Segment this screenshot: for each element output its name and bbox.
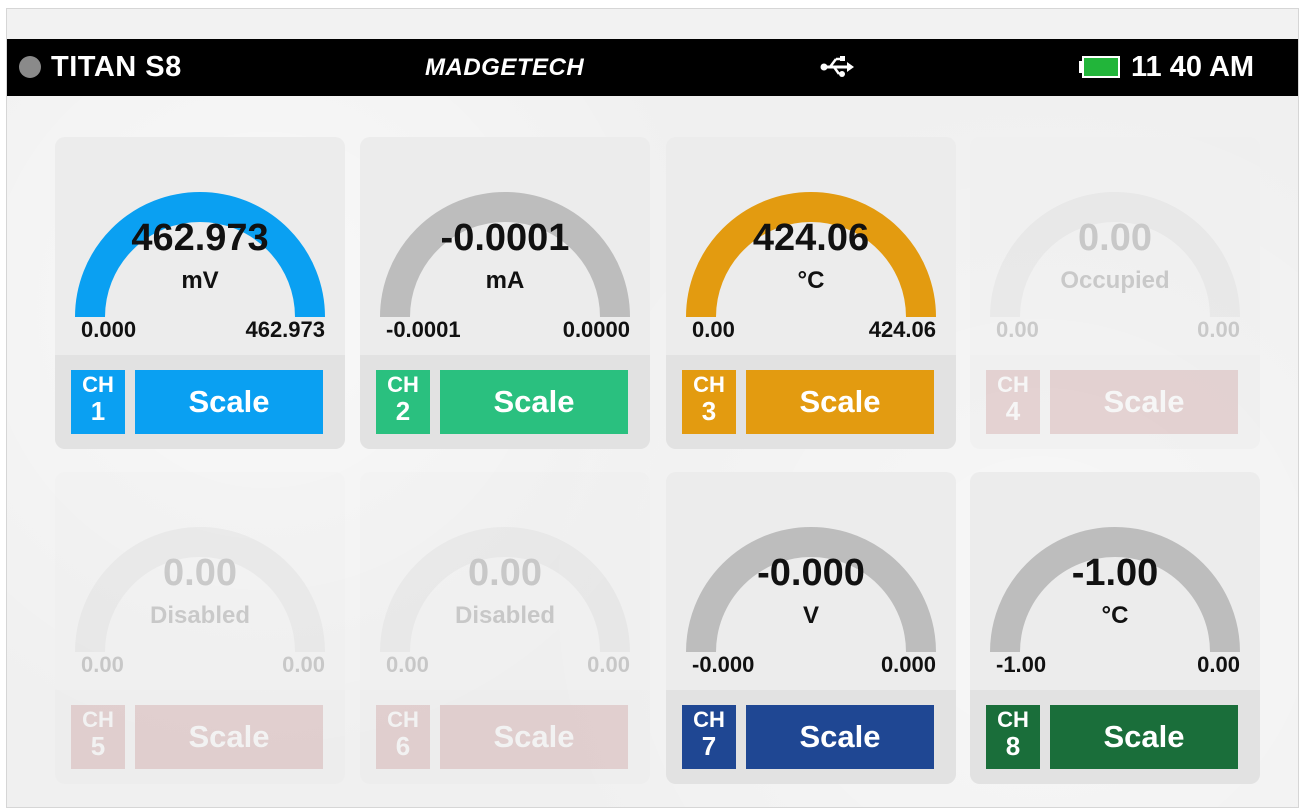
channel-badge[interactable]: CH 5 (71, 705, 125, 769)
gauge-min-value: 0.00 (996, 317, 1039, 342)
channel-badge-label: CH (387, 372, 419, 397)
channel-reading: 0.00 (163, 552, 237, 594)
scale-button[interactable]: Scale (746, 705, 934, 769)
channel-controls: CH 4 Scale (970, 355, 1260, 449)
channel-badge[interactable]: CH 7 (682, 705, 736, 769)
channel-tile-4[interactable]: 0.00 Occupied 0.00 0.00 CH 4 Scale (970, 137, 1260, 449)
channel-reading: -1.00 (1071, 552, 1159, 594)
channel-controls: CH 3 Scale (666, 355, 956, 449)
gauge-max-value: 0.00 (1197, 317, 1240, 342)
channel-badge-label: CH (997, 372, 1029, 397)
channel-unit: Occupied (1060, 267, 1170, 294)
channel-tile-3[interactable]: 424.06 °C 0.00 424.06 CH 3 Scale (666, 137, 956, 449)
usb-icon (820, 56, 854, 77)
channel-tile-2[interactable]: -0.0001 mA -0.0001 0.0000 CH 2 Scale (360, 137, 650, 449)
channel-unit: mA (485, 267, 525, 294)
clock: 11 40 AM (1131, 51, 1255, 83)
scale-button[interactable]: Scale (135, 370, 323, 434)
channel-tile-1[interactable]: 462.973 mV 0.000 462.973 CH 1 Scale (55, 137, 345, 449)
channel-tile-8[interactable]: -1.00 °C -1.00 0.00 CH 8 Scale (970, 472, 1260, 784)
scale-button[interactable]: Scale (135, 705, 323, 769)
scale-button[interactable]: Scale (440, 370, 628, 434)
brand-logo: MADGETECH (425, 54, 585, 81)
scale-button[interactable]: Scale (1050, 370, 1238, 434)
channel-badge-label: CH (82, 707, 114, 732)
channel-reading: 0.00 (468, 552, 542, 594)
channel-number: 6 (395, 731, 411, 761)
channel-badge[interactable]: CH 3 (682, 370, 736, 434)
channel-unit: Disabled (149, 602, 251, 629)
channel-badge-label: CH (693, 372, 725, 397)
gauge-max-value: 0.00 (1197, 652, 1240, 677)
channel-badge[interactable]: CH 2 (376, 370, 430, 434)
channel-reading: 424.06 (752, 217, 870, 259)
channel-badge-label: CH (387, 707, 419, 732)
channel-unit: °C (797, 267, 825, 294)
gauge-min-value: 0.000 (81, 317, 137, 342)
scale-button[interactable]: Scale (746, 370, 934, 434)
status-bar: TITAN S8 MADGETECH 11 40 AM (7, 39, 1298, 96)
gauge-min-value: -1.00 (996, 652, 1047, 677)
channel-badge-label: CH (997, 707, 1029, 732)
channel-badge[interactable]: CH 6 (376, 705, 430, 769)
channel-controls: CH 7 Scale (666, 690, 956, 784)
channel-reading: -0.000 (757, 552, 865, 594)
channel-controls: CH 1 Scale (55, 355, 345, 449)
gauge-min-value: 0.00 (81, 652, 124, 677)
channel-number: 4 (1005, 396, 1021, 426)
channel-number: 8 (1005, 731, 1021, 761)
channel-tile-5[interactable]: 0.00 Disabled 0.00 0.00 CH 5 Scale (55, 472, 345, 784)
channel-unit: mV (181, 267, 219, 294)
gauge-max-value: 0.0000 (562, 317, 630, 342)
channel-badge[interactable]: CH 4 (986, 370, 1040, 434)
channel-badge[interactable]: CH 1 (71, 370, 125, 434)
channel-badge-label: CH (693, 707, 725, 732)
channel-reading: -0.0001 (440, 217, 570, 259)
channel-controls: CH 6 Scale (360, 690, 650, 784)
gauge-max-value: 0.00 (282, 652, 325, 677)
device-screen: TITAN S8 MADGETECH 11 40 AM 462.973 mV 0… (6, 8, 1299, 808)
channel-number: 7 (701, 731, 717, 761)
channel-tile-7[interactable]: -0.000 V -0.000 0.000 CH 7 Scale (666, 472, 956, 784)
channel-controls: CH 2 Scale (360, 355, 650, 449)
channel-number: 3 (701, 396, 717, 426)
channel-badge-label: CH (82, 372, 114, 397)
channel-number: 5 (90, 731, 106, 761)
status-indicator-icon (19, 56, 41, 78)
gauge-min-value: 0.00 (692, 317, 735, 342)
channel-grid: 462.973 mV 0.000 462.973 CH 1 Scale -0.0… (7, 96, 1298, 807)
channel-badge[interactable]: CH 8 (986, 705, 1040, 769)
channel-tile-6[interactable]: 0.00 Disabled 0.00 0.00 CH 6 Scale (360, 472, 650, 784)
gauge-max-value: 0.00 (587, 652, 630, 677)
channel-controls: CH 5 Scale (55, 690, 345, 784)
channel-reading: 462.973 (131, 217, 269, 259)
gauge-min-value: 0.00 (386, 652, 429, 677)
gauge-min-value: -0.000 (692, 652, 755, 677)
gauge-min-value: -0.0001 (386, 317, 461, 342)
battery-icon (1079, 56, 1120, 78)
scale-button[interactable]: Scale (1050, 705, 1238, 769)
device-name: TITAN S8 (51, 51, 182, 83)
channel-unit: Disabled (454, 602, 556, 629)
channel-controls: CH 8 Scale (970, 690, 1260, 784)
gauge-max-value: 424.06 (868, 317, 936, 342)
gauge-max-value: 462.973 (245, 317, 325, 342)
channel-number: 1 (90, 396, 106, 426)
scale-button[interactable]: Scale (440, 705, 628, 769)
channel-number: 2 (395, 396, 411, 426)
channel-unit: V (802, 602, 819, 629)
gauge-max-value: 0.000 (880, 652, 936, 677)
channel-reading: 0.00 (1078, 217, 1152, 259)
channel-unit: °C (1101, 602, 1129, 629)
